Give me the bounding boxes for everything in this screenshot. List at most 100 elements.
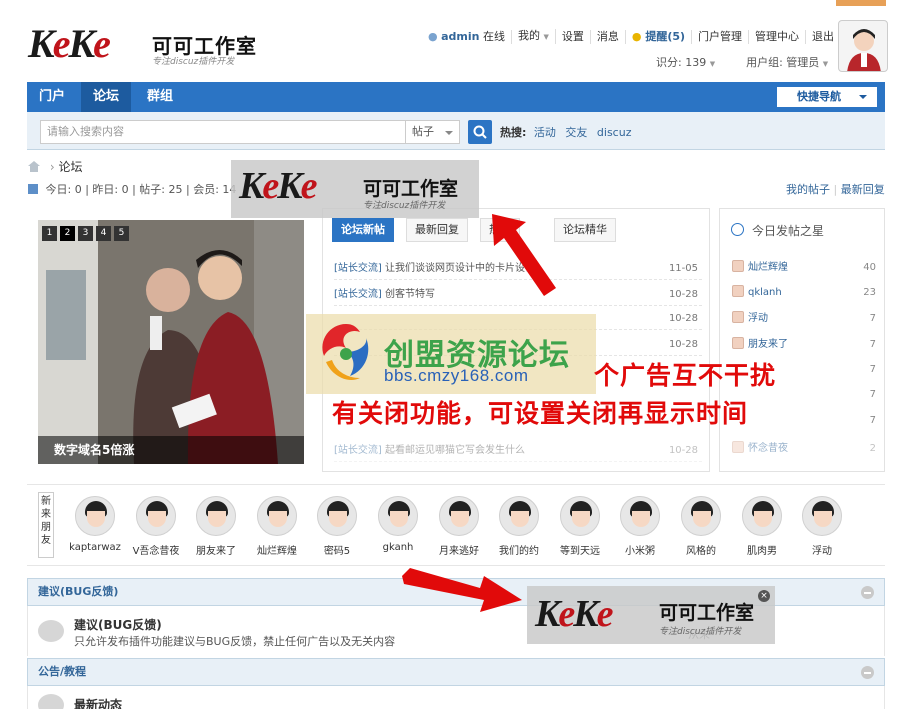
usergroup-menu[interactable]: 用户组: 管理员	[746, 56, 819, 69]
thread-date: 10-28	[668, 289, 698, 300]
admin-center-link[interactable]: 管理中心	[749, 29, 807, 44]
slide-page-button[interactable]: 4	[96, 226, 111, 241]
member-avatar-item[interactable]: 灿烂辉煌	[248, 496, 306, 557]
search-input[interactable]: 请输入搜索内容	[40, 120, 406, 144]
avatar[interactable]	[499, 496, 539, 536]
site-logo[interactable]: KeKe	[28, 24, 111, 64]
thread-tag[interactable]: [站长交流]	[334, 445, 382, 456]
member-avatar-item[interactable]: 密码5	[308, 496, 366, 557]
forum-title[interactable]: 建议(BUG反馈)	[74, 616, 162, 633]
slide-page-button[interactable]: 3	[78, 226, 93, 241]
member-avatar-item[interactable]: kaptarwaz	[66, 496, 124, 553]
member-avatar-item[interactable]: 等到天远	[551, 496, 609, 557]
thread-title[interactable]: 创客节特写	[385, 289, 435, 300]
nav-tab-portal[interactable]: 门户	[27, 82, 77, 112]
logout-link[interactable]: 退出	[806, 30, 840, 44]
close-icon[interactable]: ×	[758, 590, 770, 602]
section-title[interactable]: 建议(BUG反馈)	[38, 585, 118, 598]
thread-row[interactable]: [站长交流] 起看邮运见哪猫它写会发生什么 10-28	[334, 440, 702, 462]
member-name[interactable]: 浮动	[793, 542, 851, 557]
nav-tab-group[interactable]: 群组	[135, 82, 185, 112]
avatar[interactable]	[317, 496, 357, 536]
member-avatar-item[interactable]: V吾念昔夜	[127, 496, 185, 557]
search-button[interactable]	[468, 120, 492, 144]
member-avatar-item[interactable]: 月来逃好	[430, 496, 488, 557]
section-header[interactable]: 公告/教程	[27, 658, 885, 686]
avatar[interactable]	[75, 496, 115, 536]
member-name[interactable]: 我们的约	[490, 542, 548, 557]
avatar[interactable]	[620, 496, 660, 536]
hot-term-link[interactable]: 交友	[565, 126, 587, 139]
avatar[interactable]	[560, 496, 600, 536]
member-name[interactable]: 风格的	[672, 542, 730, 557]
member-name[interactable]: 月来逃好	[430, 542, 488, 557]
floating-ad-keke-top[interactable]: KeKe 可可工作室 专注discuz插件开发	[231, 160, 479, 218]
member-avatar-item[interactable]: 我们的约	[490, 496, 548, 557]
slide-page-button[interactable]: 5	[114, 226, 129, 241]
member-name[interactable]: 朋友来了	[187, 542, 245, 557]
member-name[interactable]: kaptarwaz	[66, 542, 124, 553]
floating-ad-keke-bottom[interactable]: KeKe 可可工作室 专注discuz插件开发	[527, 586, 775, 644]
avatar[interactable]	[257, 496, 297, 536]
star-user-row[interactable]: 怀念昔夜 2	[732, 440, 876, 458]
avatar[interactable]	[439, 496, 479, 536]
section-title[interactable]: 公告/教程	[38, 665, 86, 678]
slideshow-caption[interactable]: 数字域名5倍涨	[38, 436, 304, 464]
member-name[interactable]: 肌肉男	[733, 542, 791, 557]
slide-page-button[interactable]: 2	[60, 226, 75, 241]
ad-logo: KeKe	[239, 165, 317, 207]
star-user-row[interactable]: 7	[732, 412, 876, 430]
collapse-icon[interactable]	[861, 666, 874, 679]
member-avatar-item[interactable]: gkanh	[369, 496, 427, 553]
my-posts-link[interactable]: 我的帖子	[786, 183, 830, 196]
avatar[interactable]	[681, 496, 721, 536]
search-type-select[interactable]: 帖子	[405, 120, 460, 144]
mine-menu[interactable]: 我的 ▼	[512, 29, 556, 44]
collapse-icon[interactable]	[861, 586, 874, 599]
hot-term-link[interactable]: 活动	[534, 126, 556, 139]
user-menu[interactable]: ● admin 在线	[422, 29, 512, 44]
breadcrumb-current[interactable]: 论坛	[58, 160, 82, 174]
slide-page-button[interactable]: 1	[42, 226, 57, 241]
quick-nav-button[interactable]: 快捷导航	[777, 87, 877, 107]
member-avatar-item[interactable]: 风格的	[672, 496, 730, 557]
member-name[interactable]: gkanh	[369, 542, 427, 553]
star-user-row[interactable]: 浮动 7	[732, 310, 876, 328]
member-name[interactable]: V吾念昔夜	[127, 542, 185, 557]
avatar[interactable]	[802, 496, 842, 536]
avatar[interactable]	[196, 496, 236, 536]
avatar[interactable]	[136, 496, 176, 536]
nav-tab-forum[interactable]: 论坛	[81, 82, 132, 112]
messages-link[interactable]: 消息	[591, 29, 626, 44]
avatar[interactable]	[378, 496, 418, 536]
home-icon[interactable]	[28, 161, 40, 172]
member-name[interactable]: 小米粥	[611, 542, 669, 557]
credits-menu[interactable]: 识分: 139	[656, 56, 706, 69]
member-name[interactable]: 等到天远	[551, 542, 609, 557]
tab-new-threads[interactable]: 论坛新帖	[332, 218, 394, 242]
star-user-row[interactable]: qklanh 23	[732, 284, 876, 302]
slideshow-image[interactable]	[38, 220, 304, 464]
ad-url[interactable]: bbs.cmzy168.com	[384, 366, 529, 386]
user-avatar[interactable]	[838, 20, 888, 72]
latest-reply-link[interactable]: 最新回复	[841, 183, 885, 196]
hot-term-link[interactable]: discuz	[597, 126, 632, 139]
thread-tag[interactable]: [站长交流]	[334, 289, 382, 300]
tab-latest-replies[interactable]: 最新回复	[406, 218, 468, 242]
username-link[interactable]: admin	[441, 30, 479, 43]
thread-tag[interactable]: [站长交流]	[334, 263, 382, 274]
member-avatar-item[interactable]: 朋友来了	[187, 496, 245, 557]
member-avatar-item[interactable]: 肌肉男	[733, 496, 791, 557]
member-name[interactable]: 灿烂辉煌	[248, 542, 306, 557]
reminder-link[interactable]: ● 提醒(5)	[626, 29, 693, 44]
member-avatar-item[interactable]: 小米粥	[611, 496, 669, 557]
portal-admin-link[interactable]: 门户管理	[692, 29, 750, 44]
star-user-row[interactable]: 朋友来了 7	[732, 336, 876, 354]
thread-title[interactable]: 起看邮运见哪猫它写会发生什么	[385, 445, 525, 456]
star-user-row[interactable]: 灿烂辉煌 40	[732, 259, 876, 277]
avatar[interactable]	[742, 496, 782, 536]
forum-title[interactable]: 最新动态	[74, 696, 122, 709]
settings-link[interactable]: 设置	[556, 29, 591, 44]
member-name[interactable]: 密码5	[308, 542, 366, 557]
member-avatar-item[interactable]: 浮动	[793, 496, 851, 557]
